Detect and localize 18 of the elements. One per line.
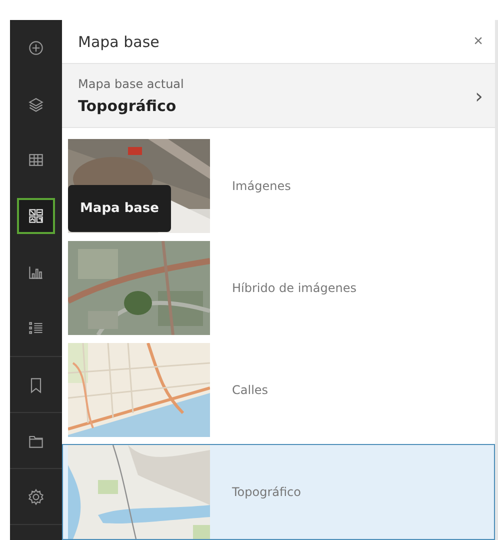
current-basemap-label: Mapa base actual (78, 76, 184, 91)
basemap-option[interactable]: Híbrido de imágenes (232, 281, 356, 295)
current-basemap-name: Topográfico (78, 96, 178, 115)
grid-icon (27, 207, 45, 225)
basemap-option[interactable]: Topográfico (232, 485, 301, 499)
basemap-option[interactable]: Calles (232, 383, 268, 397)
current-basemap-row[interactable]: Mapa base actual Topográfico › (62, 64, 495, 128)
layers-icon (27, 95, 45, 113)
gear-icon (27, 488, 45, 506)
chevron-icon: › (475, 84, 483, 108)
sidebar-button[interactable] (17, 198, 55, 234)
add-icon (27, 39, 45, 57)
tooltip: Mapa base (68, 185, 171, 232)
list-icon (27, 319, 45, 337)
basemap-option[interactable]: Imágenes (232, 179, 291, 193)
panel-title: Mapa base (78, 32, 160, 51)
close-button[interactable]: × (470, 32, 487, 51)
table-icon (27, 151, 45, 169)
